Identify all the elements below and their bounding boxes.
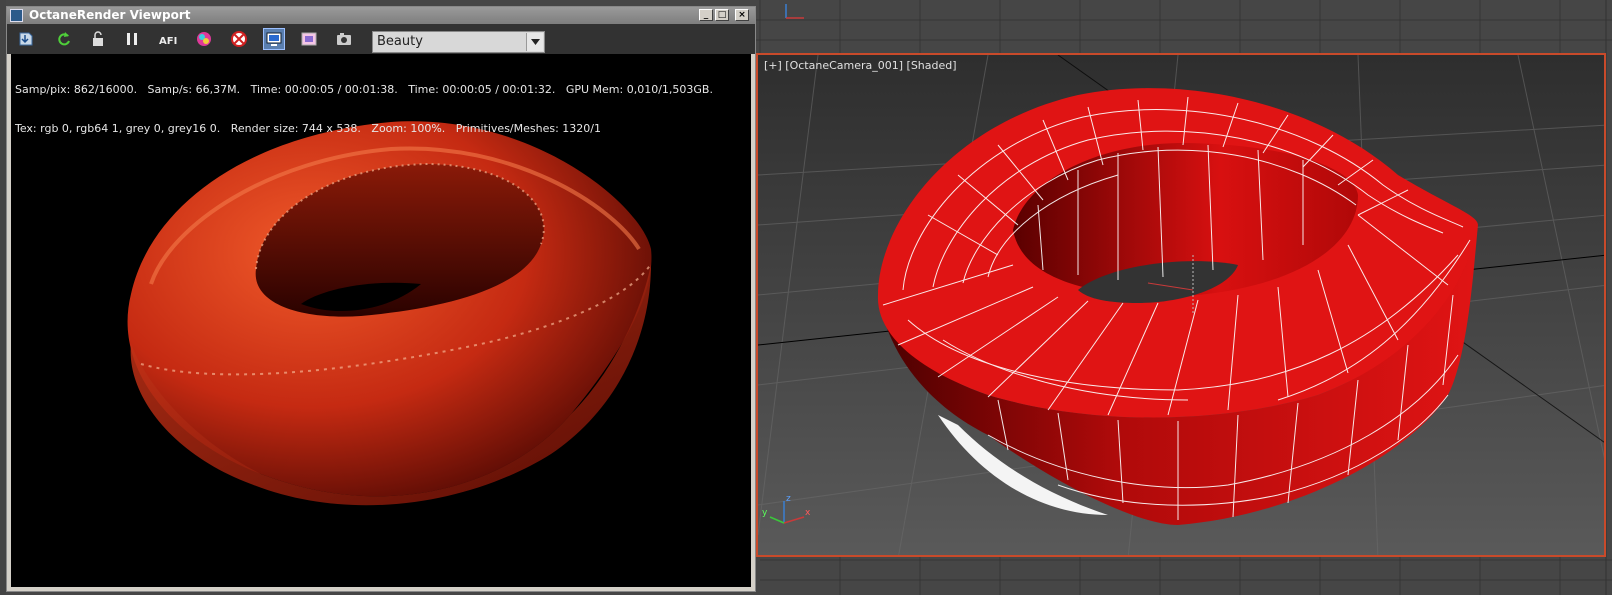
close-button[interactable]: ×	[735, 9, 749, 21]
wireframe-ring-viewport: z x y	[758, 55, 1604, 555]
stats-line-2: Tex: rgb 0, rgb64 1, grey 0, grey16 0. R…	[15, 122, 601, 135]
minimize-button[interactable]: _	[699, 9, 713, 21]
region-render-icon	[301, 32, 317, 46]
axis-z-label: z	[786, 494, 791, 504]
focus-target-icon	[231, 31, 247, 47]
pause-icon	[127, 33, 137, 45]
viewport-label[interactable]: [+] [OctaneCamera_001] [Shaded]	[764, 59, 957, 72]
color-picker-icon	[197, 32, 211, 46]
save-render-icon	[19, 32, 33, 46]
afi-icon: AFI	[159, 36, 177, 47]
lock-icon	[93, 31, 103, 46]
color-picker-button[interactable]	[193, 28, 215, 50]
restart-render-button[interactable]	[53, 28, 75, 50]
chevron-down-icon	[526, 33, 543, 51]
window-titlebar[interactable]: OctaneRender Viewport _ □ ×	[7, 7, 755, 24]
render-pass-select[interactable]: Beauty	[372, 31, 545, 53]
stats-line-1: Samp/pix: 862/16000. Samp/s: 66,37M. Tim…	[15, 83, 713, 96]
pause-button[interactable]	[121, 28, 143, 50]
axis-y-label: y	[762, 508, 768, 518]
afi-button[interactable]: AFI	[157, 28, 179, 50]
render-output[interactable]: Samp/pix: 862/16000. Samp/s: 66,37M. Tim…	[11, 54, 751, 587]
lock-button[interactable]	[87, 28, 109, 50]
save-render-button[interactable]	[15, 28, 37, 50]
camera-viewport[interactable]: z x y [+] [OctaneCamera_001] [Shaded]	[756, 53, 1606, 557]
window-title: OctaneRender Viewport	[29, 8, 191, 22]
axis-x-label: x	[805, 508, 811, 518]
viewport-display-button[interactable]	[263, 28, 285, 50]
octane-app-icon	[10, 9, 23, 22]
render-toolbar: AFI Beauty	[7, 24, 755, 54]
camera-button[interactable]	[333, 28, 355, 50]
render-statistics: Samp/pix: 862/16000. Samp/s: 66,37M. Tim…	[15, 57, 713, 161]
viewport-display-icon	[266, 32, 282, 46]
focus-target-button[interactable]	[228, 28, 250, 50]
maximize-button[interactable]: □	[715, 9, 729, 21]
restart-render-icon	[58, 32, 70, 46]
svg-text:AFI: AFI	[159, 36, 177, 47]
camera-icon	[337, 33, 351, 45]
render-pass-value: Beauty	[377, 34, 423, 49]
octane-render-window: OctaneRender Viewport _ □ × AFI Beauty S…	[6, 6, 756, 592]
region-render-button[interactable]	[298, 28, 320, 50]
